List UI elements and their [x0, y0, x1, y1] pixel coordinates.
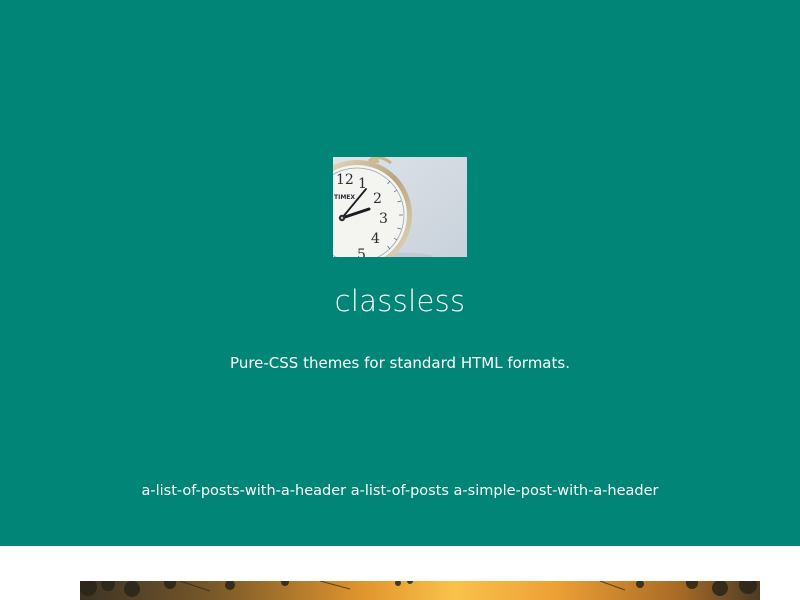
- post-hero-image: [80, 581, 760, 600]
- clock-numeral-5: 5: [357, 247, 366, 257]
- nav-link-list-of-posts[interactable]: a-list-of-posts: [351, 483, 449, 499]
- logo-image: 12 1 2 3 4 5 TIMEX: [333, 157, 467, 257]
- main-nav: a-list-of-posts-with-a-header a-list-of-…: [0, 481, 800, 501]
- site-header: 12 1 2 3 4 5 TIMEX classless Pure-CSS th…: [0, 0, 800, 546]
- clock-numeral-3: 3: [379, 211, 388, 227]
- site-tagline: Pure-CSS themes for standard HTML format…: [230, 354, 570, 372]
- clock-brand: TIMEX: [334, 194, 355, 201]
- clock-numeral-12: 12: [336, 172, 354, 188]
- nav-link-simple-post-with-header[interactable]: a-simple-post-with-a-header: [454, 483, 659, 499]
- clock-numeral-2: 2: [373, 191, 382, 207]
- clock-numeral-4: 4: [371, 231, 380, 247]
- site-title: classless: [334, 284, 466, 318]
- nav-link-list-of-posts-with-header[interactable]: a-list-of-posts-with-a-header: [141, 483, 346, 499]
